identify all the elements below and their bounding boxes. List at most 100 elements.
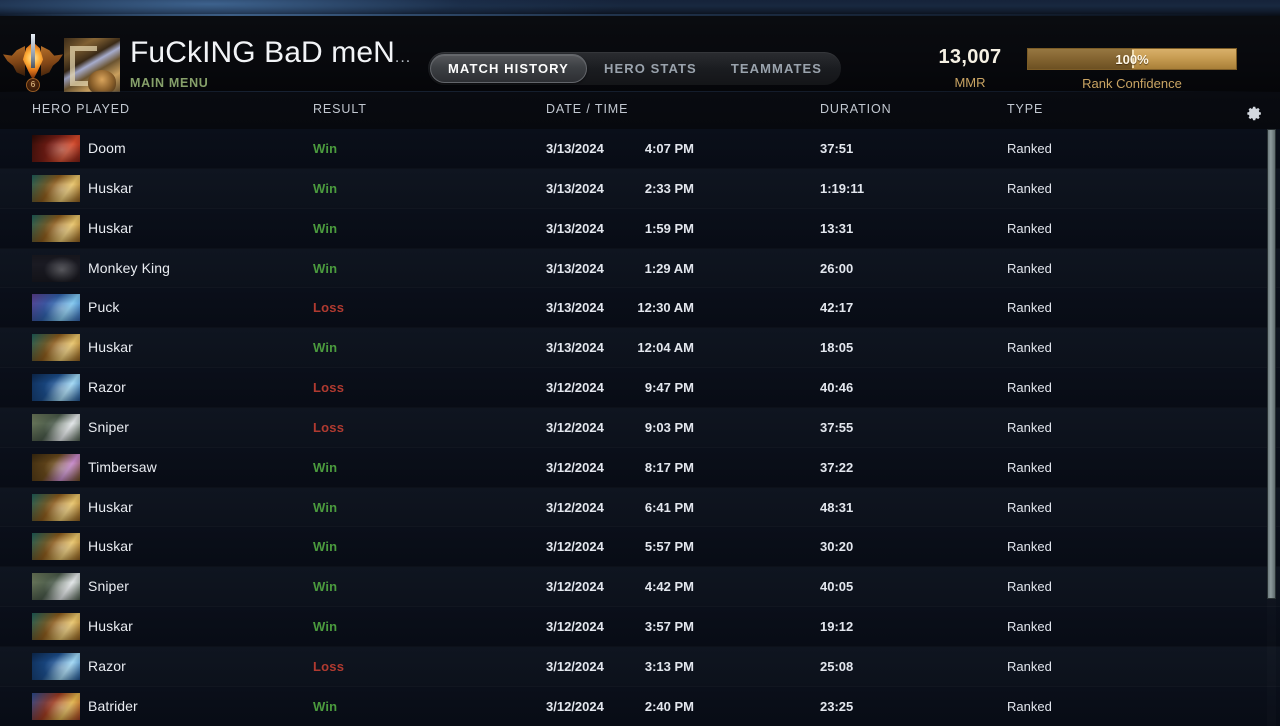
match-time: 9:47 PM	[644, 380, 694, 396]
match-history-screen: 6 FuCkING BaD meN... MAIN MENU MATCH HIS…	[0, 0, 1280, 726]
table-row[interactable]: Timbersaw Win 3/12/2024 8:17 PM 37:22 Ranked	[0, 447, 1280, 488]
match-result: Win	[313, 180, 338, 196]
match-time: 12:04 AM	[637, 340, 694, 356]
match-date: 3/12/2024	[546, 419, 604, 435]
medal-wing-left	[3, 46, 25, 76]
match-duration: 37:55	[820, 419, 854, 435]
match-type: Ranked	[1007, 619, 1052, 635]
column-header-duration[interactable]: DURATION	[820, 102, 892, 116]
match-type: Ranked	[1007, 180, 1052, 196]
match-date: 3/12/2024	[546, 698, 604, 714]
match-date: 3/13/2024	[546, 340, 604, 356]
table-row[interactable]: Doom Win 3/13/2024 4:07 PM 37:51 Ranked	[0, 129, 1280, 169]
table-row[interactable]: Razor Loss 3/12/2024 3:13 PM 25:08 Ranked	[0, 646, 1280, 687]
match-date: 3/12/2024	[546, 539, 604, 555]
column-header-hero-played[interactable]: HERO PLAYED	[32, 102, 130, 116]
table-row[interactable]: Huskar Win 3/13/2024 1:59 PM 13:31 Ranked	[0, 208, 1280, 249]
table-header: HERO PLAYED RESULT DATE / TIME DURATION …	[0, 92, 1280, 129]
match-duration: 30:20	[820, 539, 854, 555]
match-result: Loss	[313, 658, 345, 674]
hero-portrait	[32, 613, 80, 641]
table-row[interactable]: Huskar Win 3/13/2024 2:33 PM 1:19:11 Ranked	[0, 168, 1280, 209]
medal-wing-right	[41, 46, 63, 76]
profile-header: 6 FuCkING BaD meN... MAIN MENU MATCH HIS…	[0, 16, 1280, 96]
match-type: Ranked	[1007, 579, 1052, 595]
column-header-result[interactable]: RESULT	[313, 102, 367, 116]
rank-confidence-bar: 100%	[1027, 48, 1237, 70]
match-time: 6:41 PM	[644, 499, 694, 515]
match-type: Ranked	[1007, 141, 1052, 156]
match-result: Loss	[313, 419, 345, 435]
top-glow-band	[0, 0, 1280, 16]
match-duration: 37:51	[820, 141, 854, 156]
mmr-value: 13,007	[938, 46, 1002, 68]
hero-name: Doom	[88, 140, 126, 156]
match-time: 1:59 PM	[644, 220, 694, 236]
hero-name: Sniper	[88, 578, 130, 595]
match-time: 12:30 AM	[637, 300, 694, 316]
hero-portrait	[32, 493, 80, 521]
hero-portrait	[32, 413, 80, 441]
match-date: 3/12/2024	[546, 499, 604, 515]
match-result: Win	[313, 459, 338, 475]
match-date: 3/12/2024	[546, 619, 604, 635]
table-row[interactable]: Huskar Win 3/12/2024 3:57 PM 19:12 Ranked	[0, 607, 1280, 647]
column-header-date-time[interactable]: DATE / TIME	[546, 102, 628, 116]
main-menu-link[interactable]: MAIN MENU	[130, 76, 411, 90]
match-result: Win	[313, 698, 338, 714]
tab-hero-stats[interactable]: HERO STATS	[587, 54, 714, 83]
match-date: 3/13/2024	[546, 141, 604, 156]
match-result: Win	[313, 260, 338, 276]
tab-match-history[interactable]: MATCH HISTORY	[430, 54, 587, 83]
player-name[interactable]: FuCkING BaD meN...	[130, 36, 411, 75]
table-row[interactable]: Huskar Win 3/12/2024 5:57 PM 30:20 Ranked	[0, 527, 1280, 568]
mmr-label: MMR	[954, 75, 986, 90]
match-time: 4:07 PM	[644, 141, 694, 156]
hero-name: Monkey King	[88, 259, 171, 276]
hero-portrait	[32, 573, 80, 601]
match-duration: 40:46	[820, 380, 854, 396]
hero-portrait	[32, 214, 80, 242]
hero-portrait	[32, 374, 80, 402]
tab-teammates[interactable]: TEAMMATES	[714, 54, 839, 83]
table-row[interactable]: Huskar Win 3/13/2024 12:04 AM 18:05 Ranked	[0, 328, 1280, 369]
match-time: 3:57 PM	[644, 619, 694, 635]
mmr-block: 13,007 MMR	[920, 46, 1020, 90]
match-result: Win	[313, 220, 338, 236]
match-duration: 19:12	[820, 619, 854, 635]
hero-portrait	[32, 334, 80, 362]
hero-portrait	[32, 652, 80, 680]
match-type: Ranked	[1007, 658, 1052, 674]
match-type: Ranked	[1007, 300, 1052, 316]
gear-icon[interactable]	[1246, 105, 1263, 122]
match-duration: 26:00	[820, 260, 854, 276]
match-result: Win	[313, 499, 338, 515]
table-row[interactable]: Batrider Win 3/12/2024 2:40 PM 23:25 Ranked	[0, 686, 1280, 726]
player-name-ellipsis: ...	[394, 49, 412, 66]
table-row[interactable]: Sniper Win 3/12/2024 4:42 PM 40:05 Ranked	[0, 567, 1280, 608]
medal-blade	[31, 34, 35, 68]
table-row[interactable]: Monkey King Win 3/13/2024 1:29 AM 26:00 Ranke…	[0, 248, 1280, 289]
match-type: Ranked	[1007, 698, 1052, 714]
player-avatar[interactable]	[64, 38, 120, 96]
hero-name: Batrider	[88, 697, 138, 714]
rank-medal-icon: 6	[2, 32, 64, 94]
match-type: Ranked	[1007, 340, 1052, 356]
table-row[interactable]: Puck Loss 3/13/2024 12:30 AM 42:17 Ranked	[0, 288, 1280, 329]
table-row[interactable]: Razor Loss 3/12/2024 9:47 PM 40:46 Ranked	[0, 368, 1280, 408]
match-date: 3/13/2024	[546, 300, 604, 316]
hero-name: Timbersaw	[88, 458, 157, 475]
match-time: 9:03 PM	[644, 419, 694, 435]
hero-portrait	[32, 533, 80, 561]
scrollbar-thumb[interactable]	[1267, 129, 1276, 599]
profile-tabs: MATCH HISTORY HERO STATS TEAMMATES	[428, 52, 842, 85]
match-duration: 13:31	[820, 220, 854, 236]
hero-name: Huskar	[88, 538, 133, 555]
hero-name: Razor	[88, 657, 126, 674]
hero-portrait	[32, 135, 80, 162]
table-row[interactable]: Huskar Win 3/12/2024 6:41 PM 48:31 Ranked	[0, 487, 1280, 528]
column-header-type[interactable]: TYPE	[1007, 102, 1043, 116]
match-time: 2:40 PM	[644, 698, 694, 714]
match-duration: 23:25	[820, 698, 854, 714]
table-row[interactable]: Sniper Loss 3/12/2024 9:03 PM 37:55 Ranked	[0, 407, 1280, 448]
